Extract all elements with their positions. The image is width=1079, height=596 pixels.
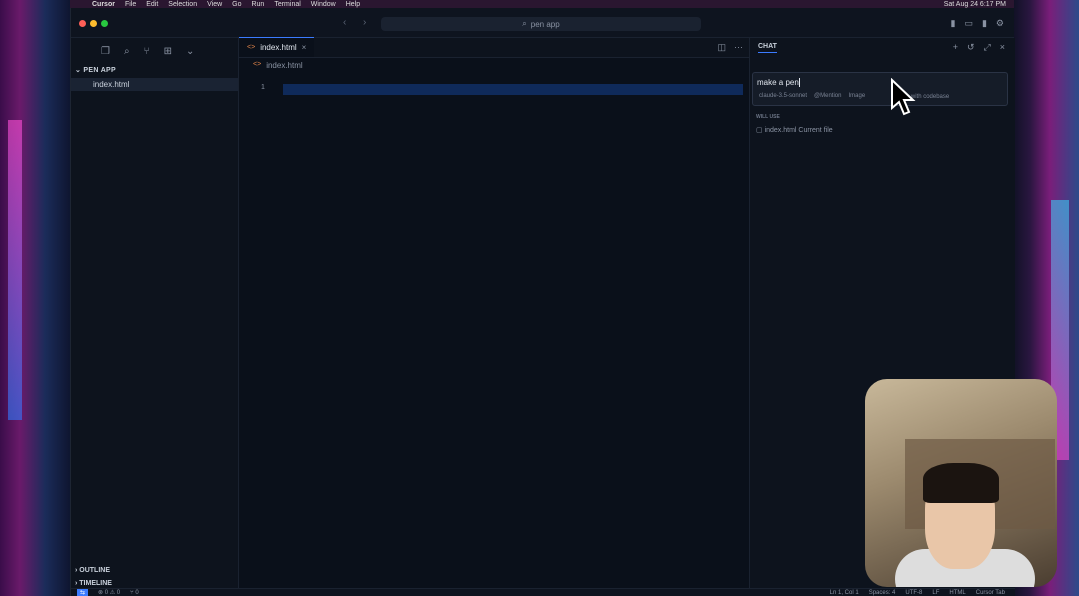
command-center-label: pen app [531,20,560,29]
toggle-panel-icon[interactable]: ▭ [964,18,973,29]
command-center-search[interactable]: ⌕ pen app [381,17,701,31]
menu-run[interactable]: Run [251,1,264,8]
activity-bar: ❐ ⌕ ⑂ ⊞ ⌄ [71,38,238,60]
file-icon: ▢ [756,127,765,134]
end-of-line[interactable]: LF [932,590,939,596]
file-name: index.html [93,80,129,89]
forward-arrow-icon[interactable]: › [363,17,366,28]
sidebar-bottom-sections: › OUTLINE › TIMELINE [71,564,238,590]
line-number: 1 [261,84,265,91]
search-icon[interactable]: ⌕ [124,46,130,57]
remote-indicator[interactable]: ⇆ [77,589,88,596]
explorer-sidebar: ❐ ⌕ ⑂ ⊞ ⌄ ⌄ PEN APP index.html › OUTLINE… [71,38,239,596]
menu-file[interactable]: File [125,1,136,8]
menu-view[interactable]: View [207,1,222,8]
search-icon: ⌕ [522,19,526,29]
language-mode[interactable]: HTML [949,590,965,596]
menu-go[interactable]: Go [232,1,241,8]
html-file-icon: <> [253,61,261,70]
chat-input[interactable]: make a pen [757,78,800,87]
mention-button[interactable]: @Mention [814,93,841,100]
more-actions-icon[interactable]: ··· [734,42,743,53]
extensions-icon[interactable]: ⊞ [164,46,172,57]
outline-label: OUTLINE [79,567,110,574]
chat-actions: + ↺ ⤢ × [953,42,1005,53]
workspace-folder-name: PEN APP [83,67,116,74]
indentation[interactable]: Spaces: 4 [869,590,896,596]
encoding[interactable]: UTF-8 [905,590,922,596]
context-file-chip[interactable]: ▢ index.html Current file [756,126,833,134]
close-window-button[interactable] [79,20,86,27]
maximize-icon[interactable]: ⤢ [984,42,991,53]
context-file-label: index.html Current file [765,127,833,134]
tab-label: index.html [260,43,296,52]
tab-index-html[interactable]: <> index.html × [239,37,314,57]
menubar-clock[interactable]: Sat Aug 24 6:17 PM [944,1,1006,8]
menu-help[interactable]: Help [346,1,360,8]
editor-area: <> index.html × ◫ ··· <> index.html 1 [239,38,749,596]
close-tab-icon[interactable]: × [302,43,307,52]
breadcrumb-file: index.html [266,61,302,70]
timeline-label: TIMELINE [79,580,112,587]
menu-edit[interactable]: Edit [146,1,158,8]
cursor-tab-indicator[interactable]: Cursor Tab [976,590,1005,596]
close-icon[interactable]: × [1000,42,1005,53]
editor-actions: ◫ ··· [717,42,743,53]
outline-section-header[interactable]: › OUTLINE [71,564,238,577]
neon-decoration-left [8,120,22,420]
webcam-overlay [865,379,1057,587]
will-use-label: WILL USE [756,114,780,120]
chevron-down-icon[interactable]: ⌄ [186,46,194,57]
toggle-secondary-sidebar-icon[interactable]: ▮ [982,18,987,29]
chat-input-text: make a pen [757,78,799,87]
history-icon[interactable]: ↺ [967,42,975,53]
cursor-position[interactable]: Ln 1, Col 1 [830,590,859,596]
webcam-person-hair [923,463,999,503]
explorer-files-icon[interactable]: ❐ [101,46,110,57]
ports-indicator[interactable]: ⑂ 0 [130,590,139,596]
split-editor-icon[interactable]: ◫ [717,42,726,53]
title-bar: ‹ › ⌕ pen app ▮ ▭ ▮ ⚙ [71,8,1014,38]
chat-options: claude-3.5-sonnet @Mention Image ⌘↵ with… [759,93,949,100]
problems-indicator[interactable]: ⊗ 0 ⚠ 0 [98,589,120,596]
back-arrow-icon[interactable]: ‹ [343,17,346,28]
new-chat-icon[interactable]: + [953,42,958,53]
editor-tabs: <> index.html × [239,38,749,58]
settings-gear-icon[interactable]: ⚙ [996,18,1004,29]
menu-cursor[interactable]: Cursor [92,1,115,8]
html-file-icon: <> [247,44,255,51]
file-item-index-html[interactable]: index.html [71,78,238,91]
layout-controls: ▮ ▭ ▮ ⚙ [951,18,1005,29]
menu-window[interactable]: Window [311,1,336,8]
image-button[interactable]: Image [848,93,865,100]
breadcrumb[interactable]: <> index.html [239,58,749,70]
workspace-folder-header[interactable]: ⌄ PEN APP [71,60,238,74]
source-control-icon[interactable]: ⑂ [144,46,150,57]
mouse-pointer-icon [890,78,916,116]
text-caret [799,78,800,87]
menu-terminal[interactable]: Terminal [274,1,300,8]
status-bar: ⇆ ⊗ 0 ⚠ 0 ⑂ 0 Ln 1, Col 1 Spaces: 4 UTF-… [71,588,1015,596]
maximize-window-button[interactable] [101,20,108,27]
chat-input-box[interactable]: make a pen claude-3.5-sonnet @Mention Im… [752,72,1008,106]
model-selector[interactable]: claude-3.5-sonnet [759,93,807,100]
menu-selection[interactable]: Selection [168,1,197,8]
current-line-highlight [283,84,743,95]
macos-menubar: Cursor File Edit Selection View Go Run T… [70,0,1014,8]
chat-title[interactable]: CHAT [758,43,777,53]
code-line[interactable]: 1 [239,84,749,95]
toggle-primary-sidebar-icon[interactable]: ▮ [951,18,956,29]
minimize-window-button[interactable] [90,20,97,27]
